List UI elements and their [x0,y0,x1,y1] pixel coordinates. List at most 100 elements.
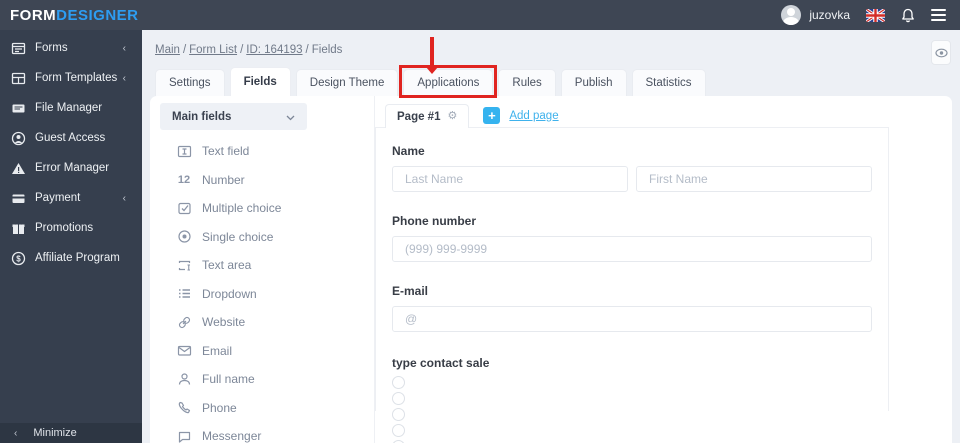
user-avatar[interactable] [781,5,802,25]
full-name-icon [176,371,192,387]
field-type-full-name[interactable]: Full name [150,365,374,394]
tab-rules[interactable]: Rules [498,69,556,96]
radio-option[interactable] [392,408,405,421]
field-type-email[interactable]: Email [150,337,374,366]
breadcrumb-current: Fields [311,44,343,56]
file-manager-icon [11,101,26,116]
radio-option[interactable] [392,424,405,437]
single-choice-icon [176,229,192,245]
main-fields-dropdown[interactable]: Main fields [160,103,307,130]
promotions-icon [11,221,26,236]
app-window: FORMDESIGNER juzovka Forms ‹ Form Templa… [0,0,960,443]
dropdown-icon [176,286,192,302]
bell-icon[interactable] [901,8,915,23]
field-type-list: Text field 12 Number Multiple choice Sin… [150,137,374,443]
sidebar-item-file-manager[interactable]: File Manager [0,93,142,123]
multiple-choice-icon [176,200,192,216]
forms-icon [11,41,26,56]
messenger-icon [176,428,192,443]
field-type-text-area[interactable]: Text area [150,251,374,280]
sidebar-item-promotions[interactable]: Promotions [0,213,142,243]
eye-icon [934,48,948,57]
preview-button[interactable] [931,40,951,65]
field-label: Phone number [392,214,477,228]
chevron-left-icon: ‹ [122,72,126,84]
logo-designer: DESIGNER [56,6,139,24]
payment-icon [11,191,26,206]
field-label: type contact sale [392,356,490,370]
field-type-website[interactable]: Website [150,308,374,337]
app-logo[interactable]: FORMDESIGNER [10,7,139,24]
field-type-number[interactable]: 12 Number [150,166,374,195]
affiliate-program-icon: $ [11,251,26,266]
sidebar-item-form-templates[interactable]: Form Templates ‹ [0,63,142,93]
annotation-arrow-icon [426,37,439,74]
tab-bar: Settings Fields Design Theme Application… [155,37,706,98]
tab-applications[interactable]: Applications [403,69,494,96]
website-icon [176,314,192,330]
field-type-multiple-choice[interactable]: Multiple choice [150,194,374,223]
form-field-name: Name [392,144,872,192]
radio-option[interactable] [392,376,405,389]
field-type-single-choice[interactable]: Single choice [150,223,374,252]
first-name-input[interactable] [636,166,872,192]
tab-publish[interactable]: Publish [560,69,627,96]
field-label: Name [392,144,425,158]
number-icon: 12 [177,173,191,186]
error-manager-icon [11,161,26,176]
chevron-down-icon [286,108,295,126]
form-page-panel: Name Phone number E-mail [375,127,889,443]
form-templates-icon [11,71,26,86]
chevron-left-icon: ‹ [14,427,18,439]
form-field-type-contact-sale: type contact sale [392,356,872,443]
email-icon [176,343,192,359]
tab-settings[interactable]: Settings [155,69,225,96]
tab-statistics[interactable]: Statistics [631,69,706,96]
field-type-phone[interactable]: Phone [150,394,374,423]
top-header: FORMDESIGNER juzovka [0,0,960,30]
breadcrumb-form-id[interactable]: ID: 164193 [246,44,302,56]
sidebar-item-forms[interactable]: Forms ‹ [0,33,142,63]
tab-fields[interactable]: Fields [229,67,291,96]
uk-flag-icon[interactable] [866,8,885,22]
guest-access-icon [11,131,26,146]
main-content: Main / Form List / ID: 164193/Fields Setting… [142,30,960,443]
phone-icon [176,400,192,416]
sidebar: Forms ‹ Form Templates ‹ File Manager Gu… [0,30,142,443]
field-type-text-field[interactable]: Text field [150,137,374,166]
chevron-left-icon: ‹ [122,192,126,204]
plus-icon: + [483,107,501,124]
sidebar-item-error-manager[interactable]: Error Manager [0,153,142,183]
text-area-icon [176,257,192,273]
form-builder-area: Page #1 ⚙ + Add page Name Last Name Firs… [375,96,952,443]
form-field-phone: Phone number [392,214,872,262]
tab-design-theme[interactable]: Design Theme [295,69,399,96]
sidebar-item-payment[interactable]: Payment ‹ [0,183,142,213]
radio-option[interactable] [392,392,405,405]
field-type-messenger[interactable]: Messenger [150,422,374,443]
add-page-button[interactable]: + Add page [483,107,559,124]
page-settings-icon[interactable]: ⚙ [447,111,457,122]
content-card: Main fields Text field 12 Number Multipl… [150,96,952,443]
sidebar-item-guest-access[interactable]: Guest Access [0,123,142,153]
breadcrumb: Main / Form List / ID: 164193/Fields [155,44,343,56]
email-input[interactable] [392,306,872,332]
last-name-input[interactable] [392,166,628,192]
chevron-left-icon: ‹ [122,42,126,54]
sidebar-item-affiliate-program[interactable]: $ Affiliate Program [0,243,142,273]
field-label: E-mail [392,284,429,298]
text-field-icon [176,143,192,159]
breadcrumb-main[interactable]: Main [155,44,180,56]
field-types-panel: Main fields Text field 12 Number Multipl… [150,96,375,443]
hamburger-icon[interactable] [931,9,946,21]
minimize-button[interactable]: ‹ Minimize [0,423,142,443]
svg-text:$: $ [16,254,21,263]
breadcrumb-form-list[interactable]: Form List [189,44,237,56]
phone-input[interactable] [392,236,872,262]
field-type-dropdown[interactable]: Dropdown [150,280,374,309]
form-field-email: E-mail [392,284,872,332]
username-label[interactable]: juzovka [809,8,850,22]
page-tab[interactable]: Page #1 ⚙ [385,104,470,128]
tab-applications-wrapper: Applications [399,37,498,98]
logo-form: FORM [10,6,57,24]
